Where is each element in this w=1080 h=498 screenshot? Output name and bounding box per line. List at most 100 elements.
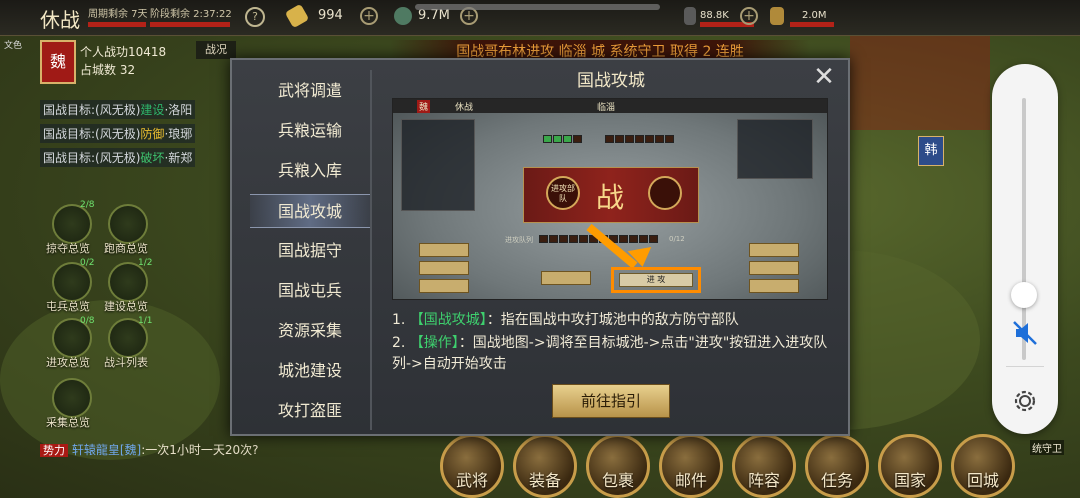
queue-cell	[645, 135, 654, 143]
food-value: 2.0M	[802, 10, 827, 21]
plunder-overview-icon[interactable]	[52, 204, 92, 244]
attack-badge: 0/8	[80, 316, 95, 326]
chat-sender: 轩辕龍皇[魏]	[71, 443, 142, 457]
preview-queue-label: 进攻队列	[505, 236, 533, 244]
queue-cell	[605, 135, 614, 143]
nav-bag-button[interactable]: 包裹	[586, 434, 650, 498]
nav-return-city-button[interactable]: 回城	[951, 434, 1015, 498]
sidebar-item-build[interactable]: 城池建设	[250, 354, 370, 388]
nav-equipment-button[interactable]: 装备	[513, 434, 577, 498]
power-value: 10418	[128, 45, 167, 59]
cities-label-text: 占城数	[80, 63, 117, 77]
han-flag: 韩	[918, 136, 944, 166]
preview-side-button	[749, 243, 799, 257]
nav-mail-button[interactable]: 邮件	[659, 434, 723, 498]
preview-side-button	[419, 243, 469, 257]
plunder-badge: 2/8	[80, 200, 95, 210]
sidebar-item-attack-city[interactable]: 国战攻城	[250, 194, 370, 228]
preview-attack-button: 进 攻	[619, 273, 693, 287]
nav-lineup-button[interactable]: 阵容	[732, 434, 796, 498]
preview-side-button	[749, 261, 799, 275]
goal-build[interactable]: 国战目标:(风无极)建设·洛阳	[40, 100, 196, 119]
gather-overview-icon[interactable]	[52, 378, 92, 418]
queue-cell	[539, 235, 548, 243]
goal-defend[interactable]: 国战目标:(风无极)防御·琅琊	[40, 124, 196, 143]
chat-text: :一次1小时一天20次?	[141, 443, 259, 457]
desc-text: ：指在国战中攻打城池中的敌方防守部队	[486, 312, 739, 328]
war-state-button[interactable]: 战况	[196, 41, 236, 59]
queue-cell	[543, 135, 552, 143]
preview-side-button	[419, 261, 469, 275]
guard-label: 统守卫	[1030, 440, 1064, 455]
sidebar-item-storage[interactable]: 兵粮入库	[250, 154, 370, 188]
preview-faction: 魏	[417, 100, 431, 113]
queue-cell	[639, 235, 648, 243]
goal-prefix: 国战目标:(风无极)	[43, 151, 141, 165]
queue-cell	[573, 135, 582, 143]
station-badge: 0/2	[80, 258, 95, 268]
build-overview-label: 建设总览	[104, 300, 148, 313]
guide-sidebar: 武将调遣 兵粮运输 兵粮入库 国战攻城 国战据守 国战屯兵 资源采集 城池建设 …	[244, 70, 372, 430]
status-pill	[415, 4, 660, 10]
chat-tag: 势力	[40, 444, 68, 457]
trade-overview-label: 跑商总览	[104, 242, 148, 255]
goal-prefix: 国战目标:(风无极)	[43, 103, 141, 117]
volume-slider-knob[interactable]	[1011, 282, 1037, 308]
nav-generals-button[interactable]: 武将	[440, 434, 504, 498]
goal-kind: 防御	[140, 127, 165, 141]
queue-cell	[625, 135, 634, 143]
soldier-icon	[684, 7, 696, 25]
preview-side-button	[749, 279, 799, 293]
cycle-progress-bar	[88, 22, 146, 27]
war-mode-label: 休战	[40, 8, 80, 32]
goal-destroy[interactable]: 国战目标:(风无极)破坏·新郑	[40, 148, 196, 167]
speaker-muted-icon[interactable]	[1010, 318, 1040, 348]
desc-keyword: 【国战攻城】	[409, 312, 487, 328]
sidebar-item-defend[interactable]: 国战据守	[250, 234, 370, 268]
dialog-title: 国战攻城	[577, 71, 645, 91]
add-troops-button[interactable]: +	[740, 7, 758, 25]
top-bar: 休战 周期剩余 7天 阶段剩余 2:37:22 ? 994 + 9.7M + 8…	[0, 0, 1080, 36]
sidebar-item-bandits[interactable]: 攻打盗匪	[250, 394, 370, 428]
close-icon[interactable]: ✕	[812, 64, 836, 90]
sidebar-item-station[interactable]: 国战屯兵	[250, 274, 370, 308]
desc-num: 2.	[392, 335, 406, 351]
build-badge: 1/2	[138, 258, 153, 268]
add-gold-button[interactable]: +	[360, 7, 378, 25]
nav-quest-button[interactable]: 任务	[805, 434, 869, 498]
desc-num: 1.	[392, 312, 406, 328]
queue-cell	[563, 135, 572, 143]
terrain-patch	[0, 300, 220, 460]
goto-guide-button[interactable]: 前往指引	[552, 384, 670, 418]
queue-cell	[559, 235, 568, 243]
guide-description: 1. 【国战攻城】：指在国战中攻打城池中的敌方防守部队 2. 【操作】：国战地图…	[392, 310, 832, 375]
cities-label: 占城数 32	[80, 61, 135, 78]
jade-value: 9.7M	[418, 8, 450, 23]
chat-line[interactable]: 势力 轩辕龍皇[魏]:一次1小时一天20次?	[40, 442, 290, 459]
help-icon[interactable]: ?	[245, 7, 265, 27]
sidebar-item-gather[interactable]: 资源采集	[250, 314, 370, 348]
preview-defender-avatar	[648, 176, 682, 210]
food-bar	[790, 22, 834, 27]
attack-city-guide-dialog: 国战攻城 ✕ 武将调遣 兵粮运输 兵粮入库 国战攻城 国战据守 国战屯兵 资源采…	[230, 58, 850, 436]
build-overview-icon[interactable]	[108, 262, 148, 302]
trade-overview-icon[interactable]	[108, 204, 148, 244]
desc-keyword: 【操作】	[409, 335, 459, 351]
battle-badge: 1/1	[138, 316, 153, 326]
queue-cell	[553, 135, 562, 143]
queue-cell	[629, 235, 638, 243]
nav-country-button[interactable]: 国家	[878, 434, 942, 498]
guide-preview-image: 魏 休战 临淄 进攻部队 战 进攻队列 0/12 进 攻	[392, 98, 828, 300]
sidebar-item-dispatch[interactable]: 武将调遣	[250, 74, 370, 108]
queue-cell	[665, 135, 674, 143]
queue-cell	[655, 135, 664, 143]
sidebar-item-transport[interactable]: 兵粮运输	[250, 114, 370, 148]
gear-icon[interactable]	[1010, 386, 1040, 416]
volume-panel	[992, 64, 1058, 434]
faction-badge[interactable]: 魏	[40, 40, 76, 84]
station-overview-icon[interactable]	[52, 262, 92, 302]
preview-state: 休战	[455, 103, 474, 113]
queue-cell	[549, 235, 558, 243]
queue-cell	[619, 235, 628, 243]
guide-arrow-head-icon	[627, 247, 655, 269]
